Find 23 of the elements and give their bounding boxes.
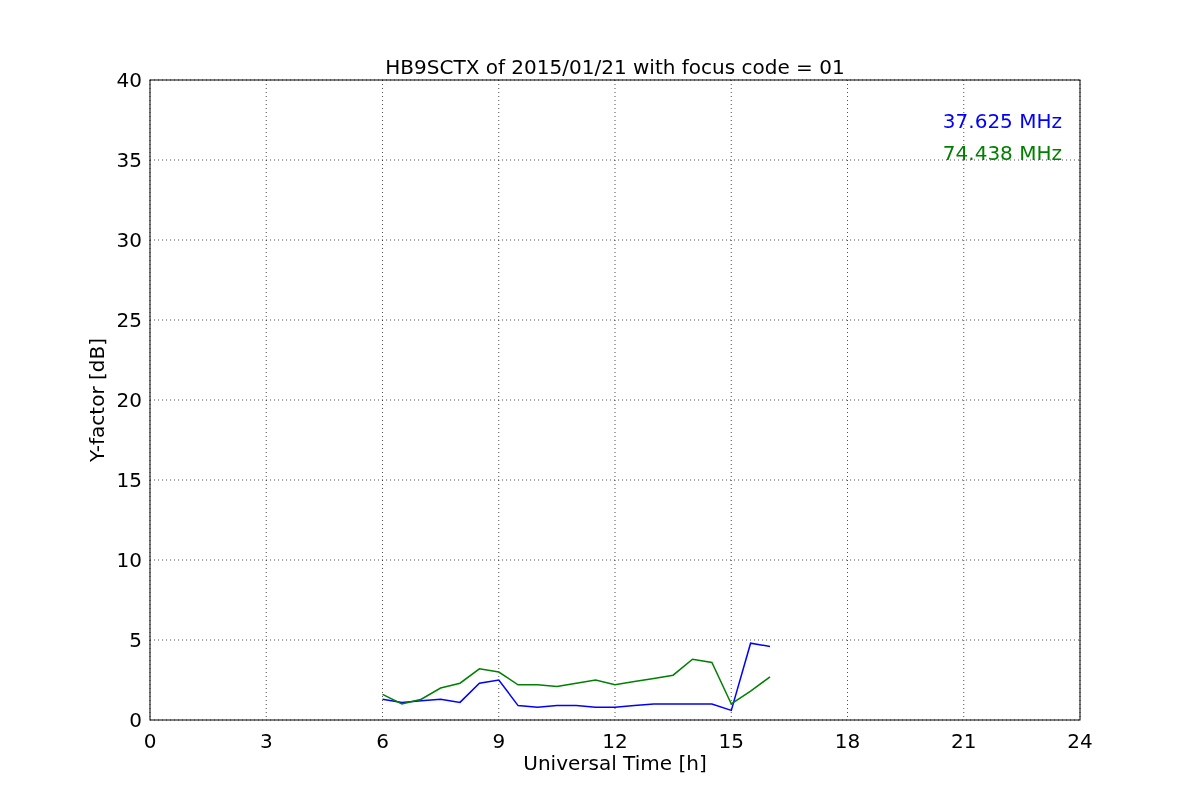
x-tick-label: 12 <box>602 729 628 753</box>
y-tick-label: 30 <box>116 228 142 252</box>
y-axis-label: Y-factor [dB] <box>85 338 109 462</box>
y-tick-label: 10 <box>116 548 142 572</box>
y-tick-label: 25 <box>116 308 142 332</box>
x-tick-label: 3 <box>259 729 273 753</box>
chart-title: HB9SCTX of 2015/01/21 with focus code = 01 <box>385 55 845 79</box>
x-tick-label: 18 <box>834 729 861 753</box>
y-tick-label: 5 <box>129 628 142 652</box>
x-tick-label: 0 <box>143 729 157 753</box>
y-tick-label: 0 <box>129 708 142 732</box>
x-tick-label: 24 <box>1067 729 1093 753</box>
y-tick-label: 35 <box>116 148 142 172</box>
x-tick-label: 9 <box>492 729 506 753</box>
y-tick-label: 40 <box>116 68 142 92</box>
x-axis-label: Universal Time [h] <box>523 751 707 775</box>
legend-label: 37.625 MHz <box>942 109 1062 133</box>
y-tick-label: 15 <box>116 468 142 492</box>
x-tick-label: 21 <box>951 729 977 753</box>
y-tick-label: 20 <box>116 388 142 412</box>
legend-label: 74.438 MHz <box>942 141 1062 165</box>
x-tick-label: 6 <box>376 729 389 753</box>
x-tick-label: 15 <box>718 729 744 753</box>
